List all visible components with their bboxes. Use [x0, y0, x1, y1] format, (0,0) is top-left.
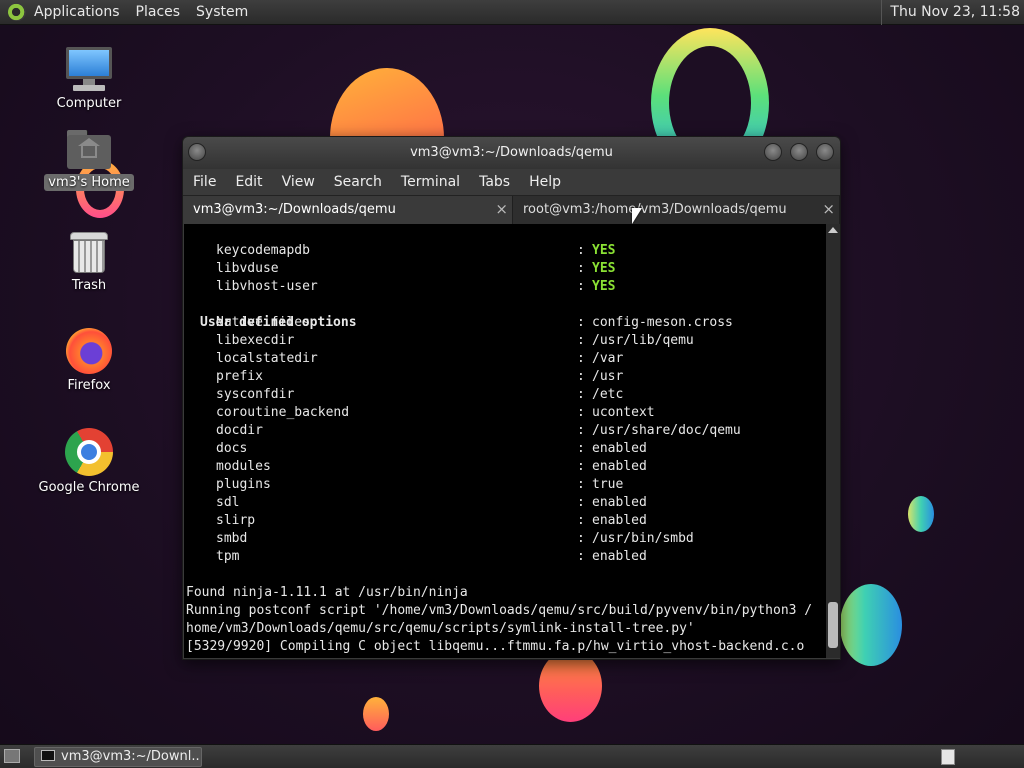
menu-places[interactable]: Places	[136, 4, 181, 20]
bottom-panel: vm3@vm3:~/Downl...	[0, 744, 1024, 768]
term-option-row: libexecdir:/usr/lib/qemu	[216, 333, 694, 348]
term-blank-line	[184, 278, 827, 296]
top-panel: Applications Places System Thu Nov 23, 1…	[0, 0, 1024, 25]
desktop-icon-label: vm3's Home	[44, 174, 134, 191]
term-log-line: Found ninja-1.11.1 at /usr/bin/ninja	[186, 585, 468, 600]
workspace-switcher[interactable]	[941, 749, 955, 765]
taskbar-terminal-button[interactable]: vm3@vm3:~/Downl...	[34, 747, 202, 767]
taskbar-label: vm3@vm3:~/Downl...	[61, 749, 202, 764]
wallpaper-small-green-blob	[908, 496, 934, 532]
window-titlebar[interactable]: vm3@vm3:~/Downloads/qemu	[183, 137, 840, 169]
menu-file[interactable]: File	[193, 174, 216, 190]
desktop-icon-trash[interactable]: Trash	[34, 230, 144, 293]
desktop-icon-computer[interactable]: Computer	[34, 46, 144, 111]
close-button[interactable]	[816, 143, 834, 161]
tab-close-icon[interactable]: ×	[495, 200, 508, 218]
mouse-pointer-icon	[632, 208, 642, 224]
menu-terminal[interactable]: Terminal	[401, 174, 460, 190]
wallpaper-orange-bottom-blob	[539, 650, 602, 722]
wallpaper-green-blob	[840, 584, 902, 666]
term-option-row: plugins: true	[216, 477, 624, 492]
chrome-icon	[65, 428, 113, 476]
menu-applications[interactable]: Applications	[34, 4, 120, 20]
minimize-button[interactable]	[764, 143, 782, 161]
menu-system[interactable]: System	[196, 4, 248, 20]
term-log-line: [5329/9920] Compiling C object libqemu..…	[186, 639, 805, 654]
distro-logo-icon[interactable]	[8, 3, 26, 21]
term-option-row: modules: enabled	[216, 459, 647, 474]
term-option-row: sdl: enabled	[216, 495, 647, 510]
terminal-icon	[41, 750, 55, 761]
term-option-row: Native files: config-meson.cross	[216, 315, 733, 330]
tab-label: root@vm3:/home/vm3/Downloads/qemu	[523, 202, 787, 217]
desktop-icon-label: Trash	[71, 278, 107, 293]
menu-search[interactable]: Search	[334, 174, 382, 190]
term-option-row: coroutine_backend: ucontext	[216, 405, 655, 420]
menu-help[interactable]: Help	[529, 174, 561, 190]
menu-view[interactable]: View	[282, 174, 315, 190]
term-blank-line	[184, 566, 827, 584]
tab-close-icon[interactable]: ×	[822, 200, 835, 218]
tab-bar: vm3@vm3:~/Downloads/qemu × root@vm3:/hom…	[183, 195, 840, 224]
desktop-icon-label: Firefox	[67, 378, 111, 393]
term-option-row: docs: enabled	[216, 441, 647, 456]
term-log-line: home/vm3/Downloads/qemu/src/qemu/scripts…	[186, 621, 695, 636]
term-option-row: prefix:/usr	[216, 369, 624, 384]
scroll-up-arrow-icon[interactable]	[828, 227, 838, 233]
show-desktop-icon[interactable]	[4, 749, 20, 763]
menu-tabs[interactable]: Tabs	[479, 174, 510, 190]
term-option-row: localstatedir:/var	[216, 351, 624, 366]
tab-root[interactable]: root@vm3:/home/vm3/Downloads/qemu ×	[513, 196, 840, 224]
maximize-button[interactable]	[790, 143, 808, 161]
term-option-row: libvduse: YES	[216, 261, 616, 276]
window-title: vm3@vm3:~/Downloads/qemu	[410, 145, 613, 160]
computer-icon	[65, 46, 113, 92]
terminal-window: vm3@vm3:~/Downloads/qemu File Edit View …	[182, 136, 841, 660]
menubar: File Edit View Search Terminal Tabs Help	[183, 169, 840, 195]
term-log-line: Running postconf script '/home/vm3/Downl…	[186, 603, 813, 618]
desktop-icon-label: Google Chrome	[38, 480, 140, 495]
menu-edit[interactable]: Edit	[235, 174, 262, 190]
term-option-row: keycodemapdb: YES	[216, 243, 616, 258]
term-option-row: docdir:/usr/share/doc/qemu	[216, 423, 741, 438]
term-section-title: User defined options	[200, 315, 357, 330]
term-option-row: smbd:/usr/bin/smbd	[216, 531, 694, 546]
home-folder-icon	[67, 130, 111, 170]
desktop-icon-label: Computer	[56, 96, 122, 111]
tab-label: vm3@vm3:~/Downloads/qemu	[193, 202, 396, 217]
trash-icon	[70, 230, 108, 274]
term-option-row: tpm: enabled	[216, 549, 647, 564]
term-option-row: slirp: enabled	[216, 513, 647, 528]
scrollbar-thumb[interactable]	[828, 602, 838, 648]
firefox-icon	[66, 328, 112, 374]
clock[interactable]: Thu Nov 23, 11:58	[881, 0, 1024, 25]
terminal-scrollbar[interactable]	[826, 224, 840, 658]
desktop-icon-chrome[interactable]: Google Chrome	[34, 428, 144, 495]
desktop-icon-home[interactable]: vm3's Home	[34, 130, 144, 191]
wallpaper-orange-tiny-blob	[363, 697, 389, 731]
tab-vm3[interactable]: vm3@vm3:~/Downloads/qemu ×	[183, 196, 513, 224]
term-option-row: libvhost-user: YES	[216, 279, 616, 294]
desktop-icon-firefox[interactable]: Firefox	[34, 328, 144, 393]
terminal-output[interactable]: keycodemapdb: YES libvduse: YES libvhost-u…	[184, 224, 827, 658]
term-option-row: sysconfdir:/etc	[216, 387, 624, 402]
